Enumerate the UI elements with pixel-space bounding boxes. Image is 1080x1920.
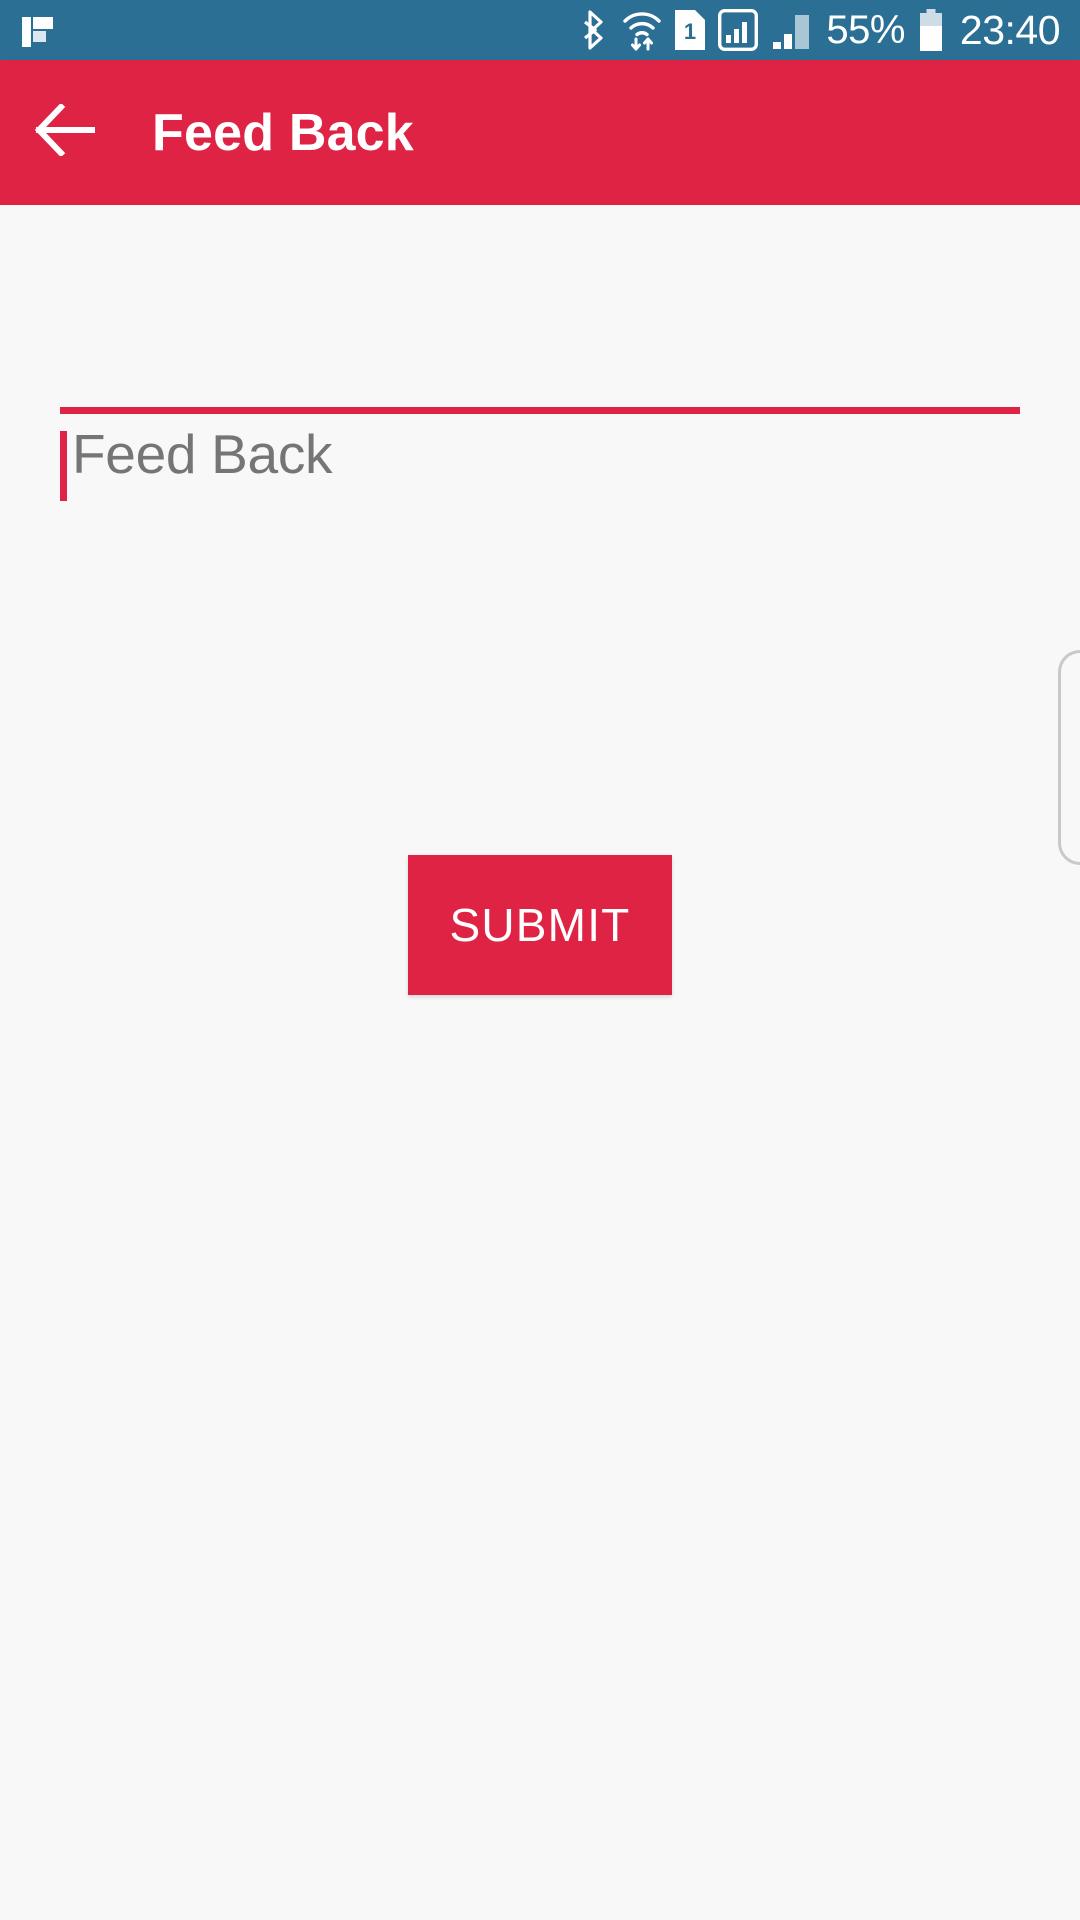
status-bar: 1 55% 23:40: [0, 0, 1080, 60]
page-title: Feed Back: [152, 103, 414, 162]
content-area: Feed Back SUBMIT: [0, 205, 1080, 1920]
text-caret: [60, 431, 67, 501]
signal-boxed-icon: [718, 9, 759, 51]
status-bar-left: [22, 13, 56, 47]
status-bar-right: 1 55% 23:40: [583, 6, 1061, 53]
svg-text:1: 1: [684, 19, 696, 44]
back-button[interactable]: [10, 60, 120, 205]
feedback-input[interactable]: Feed Back: [60, 420, 1020, 540]
vertical-scrollbar[interactable]: [1058, 650, 1080, 865]
signal-bars-icon: [771, 9, 813, 51]
app-bar: Feed Back: [0, 60, 1080, 205]
feedback-placeholder: Feed Back: [72, 423, 333, 485]
phone-screen: 1 55% 23:40 Feed Back Feed Back SUBMIT: [0, 0, 1080, 1920]
wifi-transfer-icon: [622, 9, 662, 51]
battery-icon: [918, 9, 944, 51]
bluetooth-icon: [583, 9, 609, 51]
feedback-field-underline: [60, 407, 1020, 414]
submit-button-label: SUBMIT: [449, 899, 631, 951]
status-bar-clock: 23:40: [959, 6, 1061, 53]
battery-percent-label: 55%: [826, 8, 905, 52]
submit-button[interactable]: SUBMIT: [408, 855, 672, 995]
app-logo-icon: [22, 13, 56, 47]
back-arrow-icon: [34, 102, 96, 161]
sim-card-1-icon: 1: [675, 10, 706, 50]
feedback-field-wrapper[interactable]: Feed Back: [60, 420, 1020, 540]
